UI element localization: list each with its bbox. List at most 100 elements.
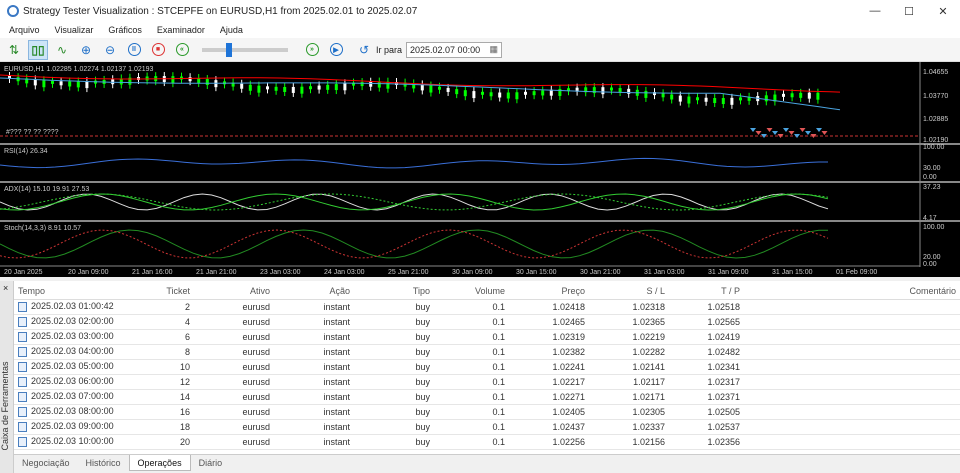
candle [309,86,312,90]
menu-examinador[interactable]: Examinador [157,25,205,35]
col-comentario[interactable]: Comentário [744,284,960,300]
cell-tipo: buy [354,434,434,450]
col-tempo[interactable]: Tempo [14,284,134,300]
candle [524,91,527,95]
cell-tempo: 2025.02.03 09:00:00 [31,421,114,432]
cell-volume: 0.1 [434,404,509,420]
table-row[interactable]: 2025.02.03 06:00:00 12 eurusd instant buy 0.1… [14,374,960,390]
speed-slider[interactable] [202,42,288,57]
cell-preco: 1.02465 [509,314,589,330]
price-chart[interactable]: EURUSD,H1 1.02285 1.02274 1.02137 1.0219… [0,62,960,277]
cell-comentario [744,419,960,435]
order-icon [18,406,27,417]
calendar-icon[interactable]: ▦ [490,44,499,55]
zoom-in-button[interactable]: ⊕ [76,40,96,60]
table-row[interactable]: 2025.02.03 07:00:00 14 eurusd instant buy 0.1… [14,389,960,405]
speed-slider-thumb[interactable] [226,42,232,57]
bar-chart-button[interactable]: ⇅ [4,40,24,60]
time-axis-label: 31 Jan 09:00 [708,269,749,276]
candle [455,89,459,95]
stoch-scale-label: 20.00 [923,254,941,261]
tab-negociacao[interactable]: Negociação [14,455,78,471]
cell-tp: 1.02341 [669,359,744,375]
goto-label: Ir para [376,44,403,55]
operations-table: Tempo Ticket Ativo Ação Tipo Volume Preç… [14,284,960,450]
table-row[interactable]: 2025.02.03 09:00:00 18 eurusd instant buy 0.1… [14,419,960,435]
goto-button[interactable]: ↺ [354,40,374,60]
zoom-out-icon: ⊖ [104,42,116,57]
goto-date-input[interactable]: 2025.02.07 00:00 ▦ [406,41,503,58]
price-scale-label: 1.02190 [923,137,948,144]
toolbox-side-label: Caixa de Ferramentas [0,361,10,451]
time-axis-label: 30 Jan 21:00 [580,269,621,276]
menu-visualizar[interactable]: Visualizar [55,25,94,35]
cell-tp: 1.02356 [669,434,744,450]
col-ativo[interactable]: Ativo [194,284,274,300]
candle [300,86,304,94]
cell-volume: 0.1 [434,419,509,435]
fast-forward-button[interactable]: » [302,40,322,60]
cell-preco: 1.02217 [509,374,589,390]
maximize-button[interactable]: ☐ [892,0,926,22]
time-axis-label: 20 Jan 2025 [4,269,43,276]
tab-diario[interactable]: Diário [191,455,231,471]
close-button[interactable]: ✕ [926,0,960,22]
candle [33,79,37,86]
refresh-icon: ↺ [358,42,370,57]
rsi-line [0,157,828,169]
candle [438,86,441,90]
cell-comentario [744,314,960,330]
rewind-button[interactable]: « [172,40,192,60]
cell-sl: 1.02318 [589,299,669,315]
col-preco[interactable]: Preço [509,284,589,300]
trade-arrow-icon [788,131,795,135]
candle [532,91,536,96]
table-row[interactable]: 2025.02.03 01:00:42 2 eurusd instant buy 0.1 1… [14,299,960,315]
zoom-out-button[interactable]: ⊖ [100,40,120,60]
stop-button[interactable]: ■ [148,40,168,60]
col-ticket[interactable]: Ticket [134,284,194,300]
cell-acao: instant [274,389,354,405]
cell-tempo: 2025.02.03 01:00:42 [31,301,114,312]
minimize-button[interactable]: — [858,0,892,22]
col-volume[interactable]: Volume [434,284,509,300]
cell-sl: 1.02365 [589,314,669,330]
time-axis-label: 31 Jan 15:00 [772,269,813,276]
col-tipo[interactable]: Tipo [354,284,434,300]
col-acao[interactable]: Ação [274,284,354,300]
chart-canvas[interactable]: EURUSD,H1 1.02285 1.02274 1.02137 1.0219… [0,62,960,277]
stoch-scale-label: 100.00 [923,224,945,231]
col-tp[interactable]: T / P [669,284,744,300]
menu-arquivo[interactable]: Arquivo [9,25,40,35]
adx-scale-label: 4.17 [923,215,937,222]
table-row[interactable]: 2025.02.03 08:00:00 16 eurusd instant buy 0.1… [14,404,960,420]
cell-ticket: 4 [134,314,194,330]
table-row[interactable]: 2025.02.03 05:00:00 10 eurusd instant buy 0.1… [14,359,960,375]
table-row[interactable]: 2025.02.03 04:00:00 8 eurusd instant buy 0.1 1… [14,344,960,360]
pause-button[interactable]: II [124,40,144,60]
cell-ticket: 8 [134,344,194,360]
cell-sl: 1.02337 [589,419,669,435]
menu-graficos[interactable]: Gráficos [108,25,142,35]
cell-preco: 1.02437 [509,419,589,435]
cell-ativo: eurusd [194,374,274,390]
table-row[interactable]: 2025.02.03 03:00:00 6 eurusd instant buy 0.1 1… [14,329,960,345]
stoch-scale-label: 0.00 [923,261,937,268]
candle-chart-button[interactable]: ▯▯ [28,39,48,60]
candle [498,92,502,98]
table-row[interactable]: 2025.02.03 10:00:00 20 eurusd instant buy 0.1… [14,434,960,450]
tab-operacoes[interactable]: Operações [128,455,191,471]
cell-ticket: 18 [134,419,194,435]
candle [515,92,519,100]
toolbox-close-icon[interactable]: × [3,283,8,293]
menu-ajuda[interactable]: Ajuda [220,25,243,35]
col-sl[interactable]: S / L [589,284,669,300]
line-chart-button[interactable]: ∿ [52,40,72,60]
step-forward-button[interactable]: ▶ [326,40,346,60]
order-icon [18,436,27,447]
tab-historico[interactable]: Histórico [78,455,129,471]
table-row[interactable]: 2025.02.03 02:00:00 4 eurusd instant buy 0.1 1… [14,314,960,330]
cell-ticket: 6 [134,329,194,345]
cell-volume: 0.1 [434,329,509,345]
cell-acao: instant [274,359,354,375]
